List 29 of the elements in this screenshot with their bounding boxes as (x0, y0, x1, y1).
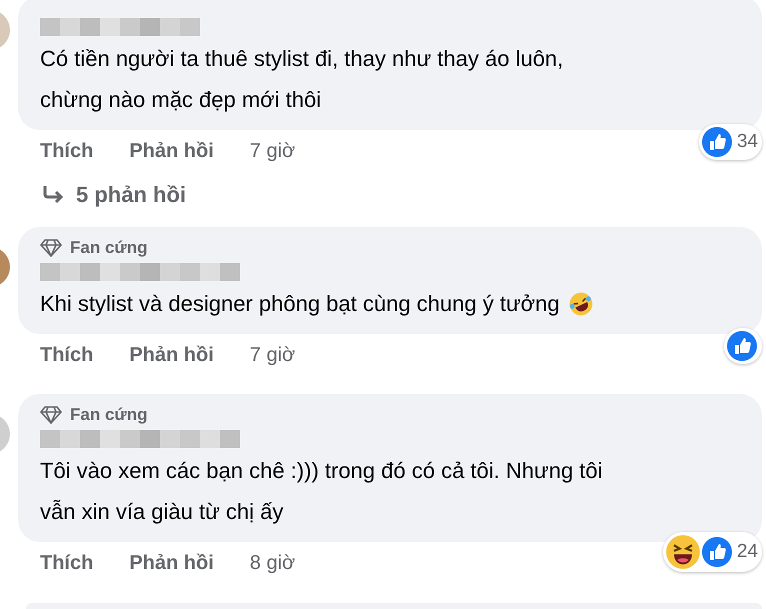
diamond-icon (40, 239, 62, 257)
reply-link[interactable]: Phản hồi (129, 140, 214, 162)
timestamp: 7 giờ (250, 344, 296, 366)
reaction-count: 24 (736, 541, 758, 563)
like-link[interactable]: Thích (40, 552, 94, 574)
diamond-icon (40, 406, 62, 424)
comment-text: chừng nào mặc đẹp mới thôi (40, 86, 322, 114)
fan-label: Fan cứng (70, 238, 148, 258)
reaction-summary[interactable]: 34 (698, 124, 762, 160)
reaction-summary[interactable] (724, 328, 762, 364)
timestamp: 8 giờ (250, 552, 296, 574)
comment-text: Tôi vào xem các bạn chê :))) trong đó có cả tôi. Nhưng tôi (40, 457, 603, 485)
reply-link[interactable]: Phản hồi (129, 344, 214, 366)
thumbs-up-icon (700, 536, 733, 568)
comment-text: vẫn xin vía giàu từ chị ấy (40, 498, 284, 526)
like-link[interactable]: Thích (40, 344, 94, 366)
view-replies-link[interactable]: 5 phản hồi (76, 182, 186, 208)
reaction-summary[interactable]: 24 (662, 532, 762, 572)
reaction-count: 34 (736, 131, 758, 153)
timestamp: 7 giờ (250, 140, 296, 162)
comment-text: Có tiền người ta thuê stylist đi, thay như thay áo luôn, (40, 45, 564, 73)
fan-label: Fan cứng (70, 405, 148, 425)
laughing-face-icon (664, 534, 701, 570)
like-link[interactable]: Thích (40, 140, 94, 162)
comment-text: Khi stylist và designer phông bạt cùng chung ý tưởng (40, 290, 560, 318)
thumbs-up-icon (726, 330, 758, 362)
reply-link[interactable]: Phản hồi (129, 552, 214, 574)
reply-arrow-icon (42, 185, 64, 205)
thumbs-up-icon (700, 126, 733, 158)
